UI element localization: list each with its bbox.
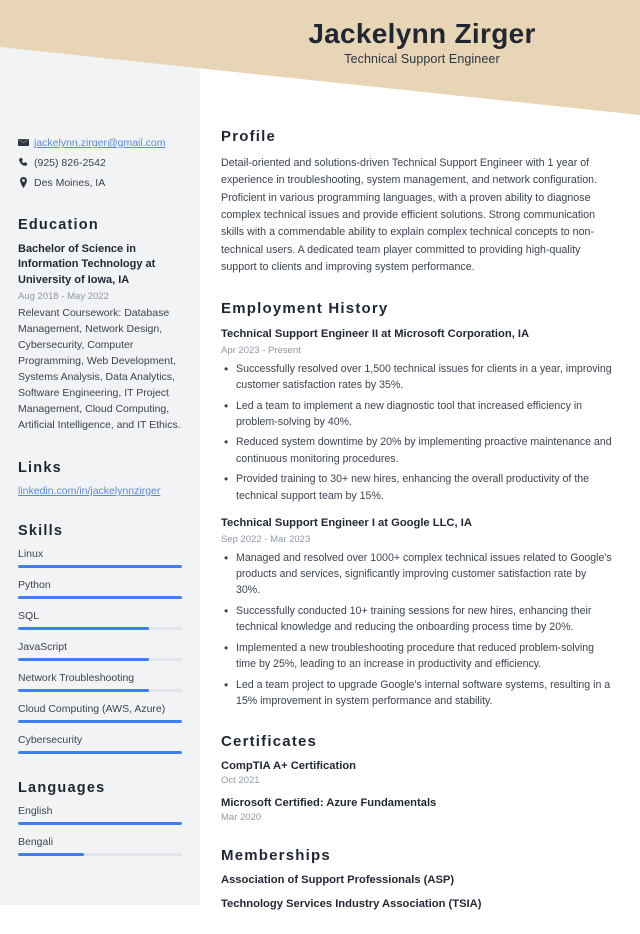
skill-level-fill [18,626,150,630]
skills-list: Linux Python SQL JavaScript Network Troubles… [18,548,182,754]
language-level-bar [18,821,182,825]
certificate-date: Oct 2021 [221,775,260,787]
job-bullet: Led a team project to upgrade Google's i… [221,676,612,710]
skill-item: Network Troubleshooting [18,672,182,692]
job-role: Technical Support Engineer I at Google L… [221,517,472,530]
job-date: Sep 2022 - Mar 2023 [221,533,311,545]
membership-entry: Technology Services Industry Association… [221,898,482,911]
skill-level-bar [18,595,182,599]
contact-email-row[interactable]: jackelynn.zirger@gmail.com [18,136,182,150]
skill-level-bar [18,719,182,723]
education-coursework: Relevant Coursework: Database Management… [18,307,181,432]
language-level-fill [18,852,84,856]
skill-label: Cloud Computing (AWS, Azure) [18,702,166,715]
location-text: Des Moines, IA [34,177,106,190]
phone-text: (925) 826-2542 [34,157,106,170]
profile-section: Profile Detail-oriented and solutions-dr… [221,128,612,276]
links-section: Links linkedin.com/in/jackelynnzirger [18,460,182,497]
skills-section: Skills Linux Python SQL JavaScript Network T… [18,523,182,754]
employment-section: Employment History Technical Support Eng… [221,300,612,709]
skill-level-fill [18,719,182,723]
job-bullet: Provided training to 30+ new hires, enha… [221,470,612,504]
skill-item: Cloud Computing (AWS, Azure) [18,703,182,723]
language-label: Bengali [18,835,54,848]
skill-item: SQL [18,610,182,630]
language-item: Bengali [18,836,182,856]
contact-phone-row: (925) 826-2542 [18,156,182,170]
certificate-date: Mar 2020 [221,812,262,824]
language-level-fill [18,821,182,825]
job-bullet: Successfully conducted 10+ training sess… [221,602,612,636]
certificates-section: Certificates CompTIA A+ Certification Oct… [221,733,612,823]
languages-heading: Languages [18,779,106,796]
contact-location-row: Des Moines, IA [18,176,182,190]
linkedin-link[interactable]: linkedin.com/in/jackelynnzirger [18,485,182,497]
skill-level-fill [18,750,182,754]
skill-label: Linux [18,547,44,560]
certificate-entry: CompTIA A+ Certification Oct 2021 [221,760,612,786]
skill-label: Cybersecurity [18,733,83,746]
profile-text: Detail-oriented and solutions-driven Tec… [221,157,598,273]
contact-block: jackelynn.zirger@gmail.com (925) 826-254… [18,136,182,191]
certificate-name: Microsoft Certified: Azure Fundamentals [221,797,437,810]
job-entry: Technical Support Engineer I at Google L… [221,516,612,709]
jobs-list: Technical Support Engineer II at Microso… [221,327,612,709]
skill-level-fill [18,595,182,599]
skill-level-fill [18,688,150,692]
skill-item: JavaScript [18,641,182,661]
skill-level-bar [18,688,182,692]
certificate-entry: Microsoft Certified: Azure Fundamentals M… [221,797,612,823]
sidebar: jackelynn.zirger@gmail.com (925) 826-254… [0,0,200,905]
profile-heading: Profile [221,128,277,145]
certificates-list: CompTIA A+ Certification Oct 2021 Microsof… [221,760,612,823]
job-bullet: Reduced system downtime by 20% by implem… [221,433,612,467]
job-bullet: Successfully resolved over 1,500 technic… [221,360,612,394]
job-bullet: Led a team to implement a new diagnostic… [221,397,612,431]
main-content: Profile Detail-oriented and solutions-dr… [200,0,640,934]
phone-icon [18,156,34,168]
job-bullet: Implemented a new troubleshooting proced… [221,639,612,673]
job-bullet: Managed and resolved over 1000+ complex … [221,549,612,599]
skill-label: Python [18,578,51,591]
education-section: Education Bachelor of Science in Informa… [18,217,182,434]
language-level-bar [18,852,182,856]
certificates-heading: Certificates [221,733,318,751]
envelope-icon [18,136,34,148]
skill-label: SQL [18,609,40,622]
skill-level-fill [18,564,182,568]
skills-heading: Skills [18,522,64,539]
language-label: English [18,804,53,817]
email-link[interactable]: jackelynn.zirger@gmail.com [34,136,165,150]
membership-entry: Association of Support Professionals (AS… [221,874,455,887]
education-heading: Education [18,216,99,233]
memberships-heading: Memberships [221,847,331,865]
skill-item: Linux [18,548,182,568]
job-role: Technical Support Engineer II at Microso… [221,328,530,341]
language-item: English [18,805,182,825]
certificate-name: CompTIA A+ Certification [221,760,356,773]
skill-label: JavaScript [18,640,68,653]
job-bullet-list: Managed and resolved over 1000+ complex … [221,549,612,710]
languages-section: Languages English Bengali [18,780,182,856]
job-date: Apr 2023 - Present [221,344,301,356]
skill-level-fill [18,657,150,661]
job-entry: Technical Support Engineer II at Microso… [221,327,612,504]
skill-level-bar [18,626,182,630]
skill-level-bar [18,564,182,568]
employment-heading: Employment History [221,300,389,318]
skill-item: Cybersecurity [18,734,182,754]
education-date: Aug 2018 - May 2022 [18,291,109,303]
languages-list: English Bengali [18,805,182,856]
skill-item: Python [18,579,182,599]
skill-label: Network Troubleshooting [18,671,135,684]
memberships-section: Memberships Association of Support Profe… [221,847,612,910]
links-heading: Links [18,459,62,476]
map-pin-icon [18,176,34,189]
education-degree: Bachelor of Science in Information Techn… [18,242,156,286]
skill-level-bar [18,657,182,661]
job-bullet-list: Successfully resolved over 1,500 technic… [221,360,612,504]
skill-level-bar [18,750,182,754]
